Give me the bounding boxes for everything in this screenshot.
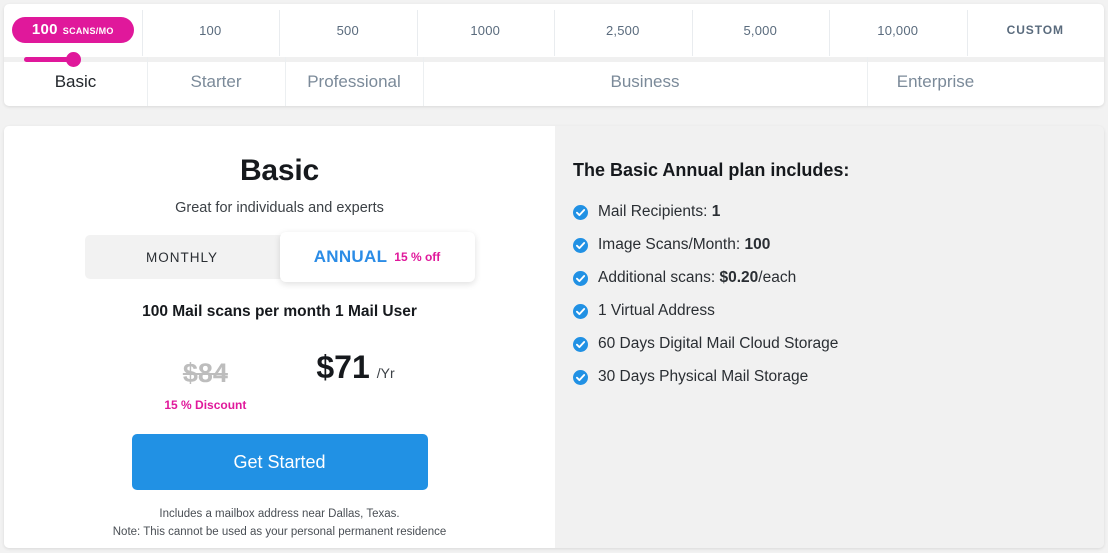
feature-item: Image Scans/Month: 100 — [573, 236, 1104, 254]
plan-tab-basic[interactable]: Basic — [4, 57, 147, 106]
feature-label: Mail Recipients: 1 — [598, 203, 721, 220]
feature-label: 1 Virtual Address — [598, 302, 715, 319]
check-circle-icon — [573, 270, 588, 286]
feature-item: Additional scans: $0.20/each — [573, 269, 1104, 287]
scan-tier-cell-4[interactable]: 2,500 — [554, 4, 692, 56]
scan-tier-cell-1[interactable]: 100 — [141, 4, 280, 56]
feature-item: 30 Days Physical Mail Storage — [573, 368, 1104, 386]
feature-label: 60 Days Digital Mail Cloud Storage — [598, 335, 839, 352]
original-price-block: $84 15 % Discount — [164, 349, 246, 412]
get-started-button[interactable]: Get Started — [131, 434, 428, 490]
check-circle-icon — [573, 336, 588, 352]
discount-label: 15 % Discount — [164, 398, 247, 412]
check-circle-icon — [573, 303, 588, 319]
billing-option-monthly[interactable]: MONTHLY — [85, 235, 280, 279]
scans-per-month-badge: 100 SCANS/MO — [11, 17, 134, 43]
price-row: $84 15 % Discount $71 /Yr — [85, 349, 475, 412]
original-price: $84 — [182, 358, 228, 388]
billing-option-annual[interactable]: ANNUAL 15 % off — [279, 232, 475, 282]
plan-features-panel: The Basic Annual plan includes: Mail Rec… — [555, 126, 1104, 548]
scan-tier-row: 100 SCANS/MO 100 500 1000 2,500 5,000 10,… — [4, 4, 1104, 56]
plan-tab-starter[interactable]: Starter — [147, 57, 285, 106]
check-circle-icon — [573, 369, 588, 385]
billing-annual-label: ANNUAL — [313, 247, 388, 266]
plan-detail-area: Basic Great for individuals and experts … — [4, 126, 1104, 548]
mailbox-note-line-2: Note: This cannot be used as your person… — [112, 525, 447, 538]
scan-tier-cell-6[interactable]: 10,000 — [829, 4, 967, 56]
scan-tier-cell-2[interactable]: 500 — [279, 4, 417, 56]
plan-tab-business[interactable]: Business — [423, 57, 867, 106]
pricing-page: 100 SCANS/MO 100 500 1000 2,500 5,000 10,… — [0, 0, 1108, 553]
scan-tier-cell-custom[interactable]: CUSTOM — [966, 4, 1105, 56]
badge-unit: SCANS/MO — [62, 26, 114, 36]
feature-label: Image Scans/Month: 100 — [598, 236, 771, 253]
plan-summary-card: Basic Great for individuals and experts … — [4, 126, 555, 548]
tier-selector-card: 100 SCANS/MO 100 500 1000 2,500 5,000 10,… — [4, 4, 1104, 106]
mailbox-note-line-1: Includes a mailbox address near Dallas, … — [159, 508, 400, 520]
scan-summary-text: 100 Mail scans per month 1 Mail User — [142, 303, 417, 320]
billing-annual-discount: 15 % off — [394, 250, 441, 264]
current-price: $71 — [316, 349, 370, 385]
scan-tier-cell-3[interactable]: 1000 — [416, 4, 555, 56]
badge-number: 100 — [31, 21, 58, 38]
scan-tier-cell-5[interactable]: 5,000 — [691, 4, 830, 56]
features-list: Mail Recipients: 1 Image Scans/Month: 100… — [573, 203, 1104, 386]
feature-label: Additional scans: $0.20/each — [598, 269, 797, 286]
price-period: /Yr — [376, 365, 395, 381]
check-circle-icon — [573, 237, 588, 253]
plan-title: Basic — [239, 154, 320, 187]
feature-item: 1 Virtual Address — [573, 302, 1104, 320]
plan-tab-enterprise[interactable]: Enterprise — [867, 57, 1004, 106]
mailbox-note: Includes a mailbox address near Dallas, … — [65, 506, 495, 542]
feature-item: Mail Recipients: 1 — [573, 203, 1104, 221]
scan-tier-cell-0[interactable]: 100 SCANS/MO — [4, 4, 142, 56]
billing-period-toggle: MONTHLY ANNUAL 15 % off — [84, 232, 475, 282]
features-title: The Basic Annual plan includes: — [573, 160, 850, 180]
plan-subtitle: Great for individuals and experts — [175, 200, 384, 216]
plan-name-row: Basic Starter Professional Business Ente… — [4, 57, 1104, 106]
plan-tab-professional[interactable]: Professional — [285, 57, 423, 106]
current-price-block: $71 /Yr — [316, 349, 394, 386]
check-circle-icon — [573, 204, 588, 220]
feature-item: 60 Days Digital Mail Cloud Storage — [573, 335, 1104, 353]
feature-label: 30 Days Physical Mail Storage — [598, 368, 809, 385]
